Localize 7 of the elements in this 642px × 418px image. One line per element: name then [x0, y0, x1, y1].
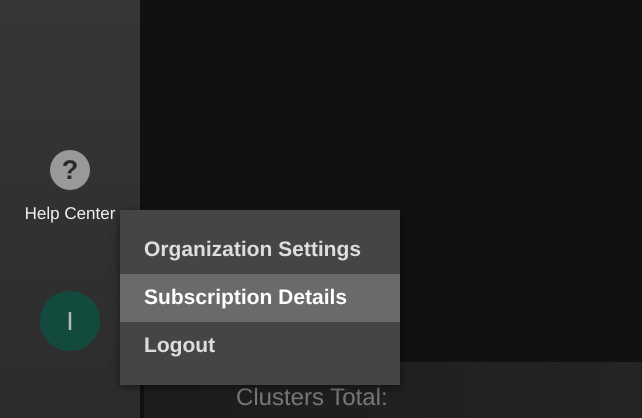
help-center-link[interactable]: Help Center	[24, 201, 116, 226]
user-avatar[interactable]: I	[40, 290, 100, 350]
menu-item[interactable]: Subscription Details	[120, 274, 400, 322]
help-icon[interactable]: ?	[50, 150, 90, 190]
menu-item[interactable]: Logout	[120, 322, 400, 370]
menu-item[interactable]: Organization Settings	[120, 226, 400, 274]
summary-label: Clusters Total:	[236, 383, 389, 413]
